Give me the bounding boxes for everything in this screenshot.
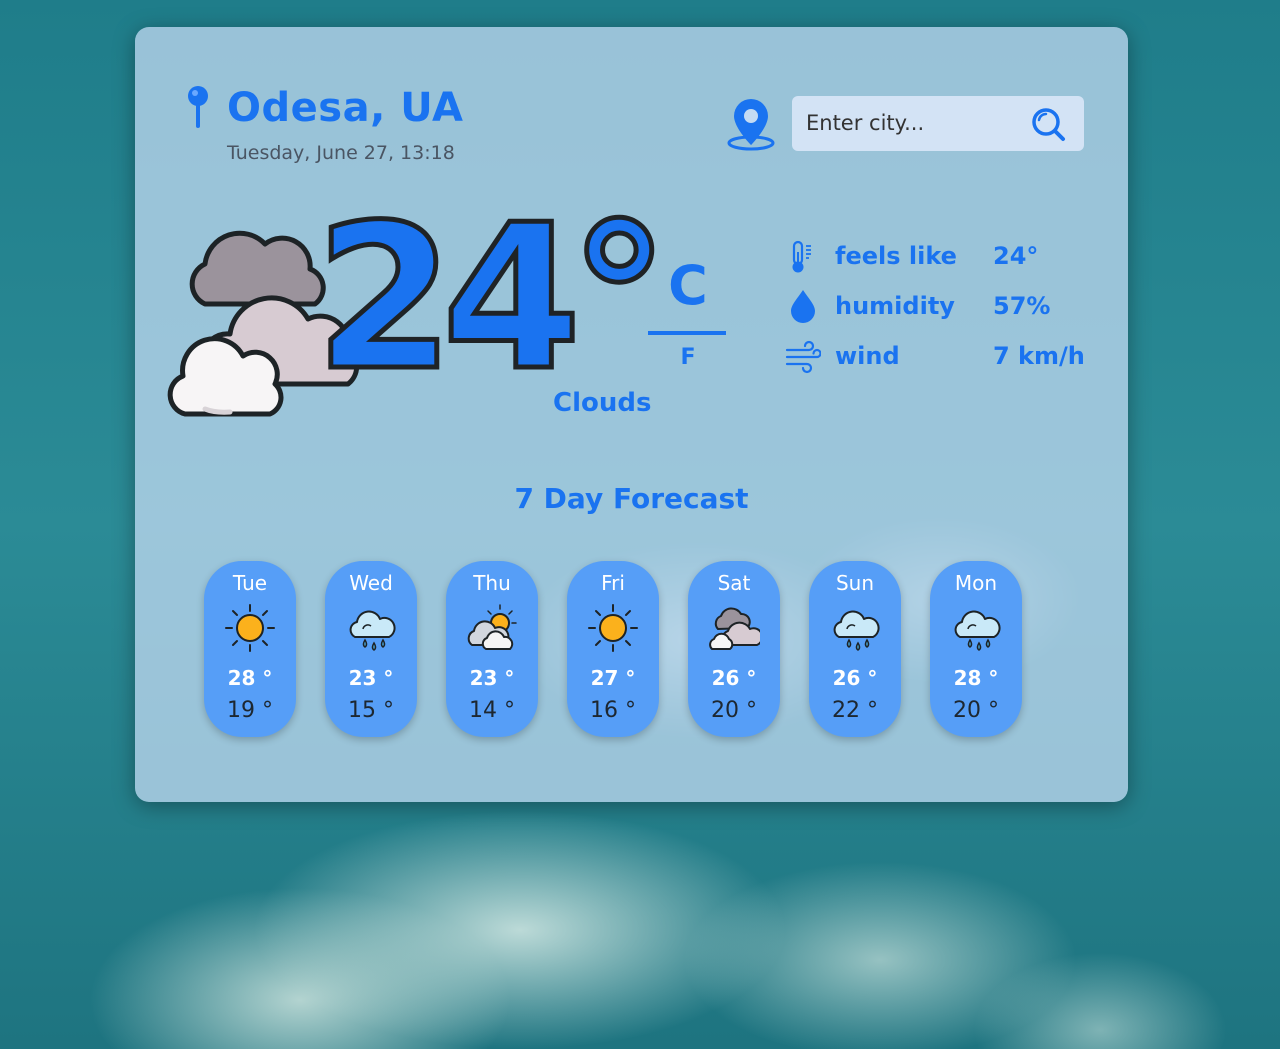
celsius-toggle[interactable]: C xyxy=(648,259,728,313)
day-name: Thu xyxy=(473,571,511,595)
humidity-value: 57% xyxy=(993,292,1051,320)
partly-cloudy-icon xyxy=(466,603,518,653)
day-low-temp: 16 ° xyxy=(590,698,636,723)
wind-icon xyxy=(785,340,821,374)
forecast-title: 7 Day Forecast xyxy=(514,482,749,515)
wind-value: 7 km/h xyxy=(993,342,1085,370)
rain-cloud-icon xyxy=(950,603,1002,653)
clouds-icon xyxy=(708,603,760,653)
day-name: Wed xyxy=(349,571,393,595)
current-location-button[interactable] xyxy=(725,95,777,151)
sun-icon xyxy=(224,603,276,653)
unit-divider xyxy=(648,331,726,335)
day-name: Sat xyxy=(717,571,751,595)
forecast-day-fri[interactable]: Fri 27 ° 16 ° xyxy=(567,561,659,737)
day-high-temp: 23 ° xyxy=(348,666,394,690)
day-low-temp: 20 ° xyxy=(953,698,999,723)
fahrenheit-toggle[interactable]: F xyxy=(648,345,728,370)
day-name: Sun xyxy=(835,571,875,595)
rain-cloud-icon xyxy=(829,603,881,653)
day-low-temp: 22 ° xyxy=(832,698,878,723)
search-box xyxy=(792,96,1084,151)
forecast-list: Tue 28 ° 19 ° Wed 23 ° 15 ° Thu 23 ° 14 … xyxy=(204,561,1034,737)
day-name: Tue xyxy=(232,571,268,595)
day-high-temp: 23 ° xyxy=(469,666,515,690)
city-search-input[interactable] xyxy=(806,106,1028,140)
day-high-temp: 27 ° xyxy=(590,666,636,690)
forecast-day-sat[interactable]: Sat 26 ° 20 ° xyxy=(688,561,780,737)
sun-icon xyxy=(587,603,639,653)
day-name: Mon xyxy=(954,571,998,595)
thermometer-icon xyxy=(792,240,811,273)
forecast-day-wed[interactable]: Wed 23 ° 15 ° xyxy=(325,561,417,737)
day-high-temp: 28 ° xyxy=(953,666,999,690)
day-high-temp: 26 ° xyxy=(711,666,757,690)
forecast-day-thu[interactable]: Thu 23 ° 14 ° xyxy=(446,561,538,737)
feels-like-label: feels like xyxy=(835,242,957,270)
day-low-temp: 19 ° xyxy=(227,698,273,723)
rain-cloud-icon xyxy=(345,603,397,653)
map-pin-icon xyxy=(188,86,208,128)
humidity-label: humidity xyxy=(835,292,955,320)
day-low-temp: 14 ° xyxy=(469,698,515,723)
weather-card: Odesa, UA Tuesday, June 27, 13:18 24° Cl… xyxy=(135,27,1128,802)
day-low-temp: 15 ° xyxy=(348,698,394,723)
day-high-temp: 28 ° xyxy=(227,666,273,690)
day-low-temp: 20 ° xyxy=(711,698,757,723)
current-temperature: 24° xyxy=(312,182,671,415)
day-name: Fri xyxy=(601,571,625,595)
forecast-day-tue[interactable]: Tue 28 ° 19 ° xyxy=(204,561,296,737)
day-high-temp: 26 ° xyxy=(832,666,878,690)
weather-condition: Clouds xyxy=(553,388,652,418)
droplet-icon xyxy=(791,290,815,323)
forecast-day-sun[interactable]: Sun 26 ° 22 ° xyxy=(809,561,901,737)
forecast-day-mon[interactable]: Mon 28 ° 20 ° xyxy=(930,561,1022,737)
current-datetime: Tuesday, June 27, 13:18 xyxy=(227,142,455,164)
search-icon[interactable] xyxy=(1028,104,1068,144)
feels-like-value: 24° xyxy=(993,242,1039,270)
wind-label: wind xyxy=(835,342,900,370)
city-name: Odesa, UA xyxy=(227,85,464,131)
